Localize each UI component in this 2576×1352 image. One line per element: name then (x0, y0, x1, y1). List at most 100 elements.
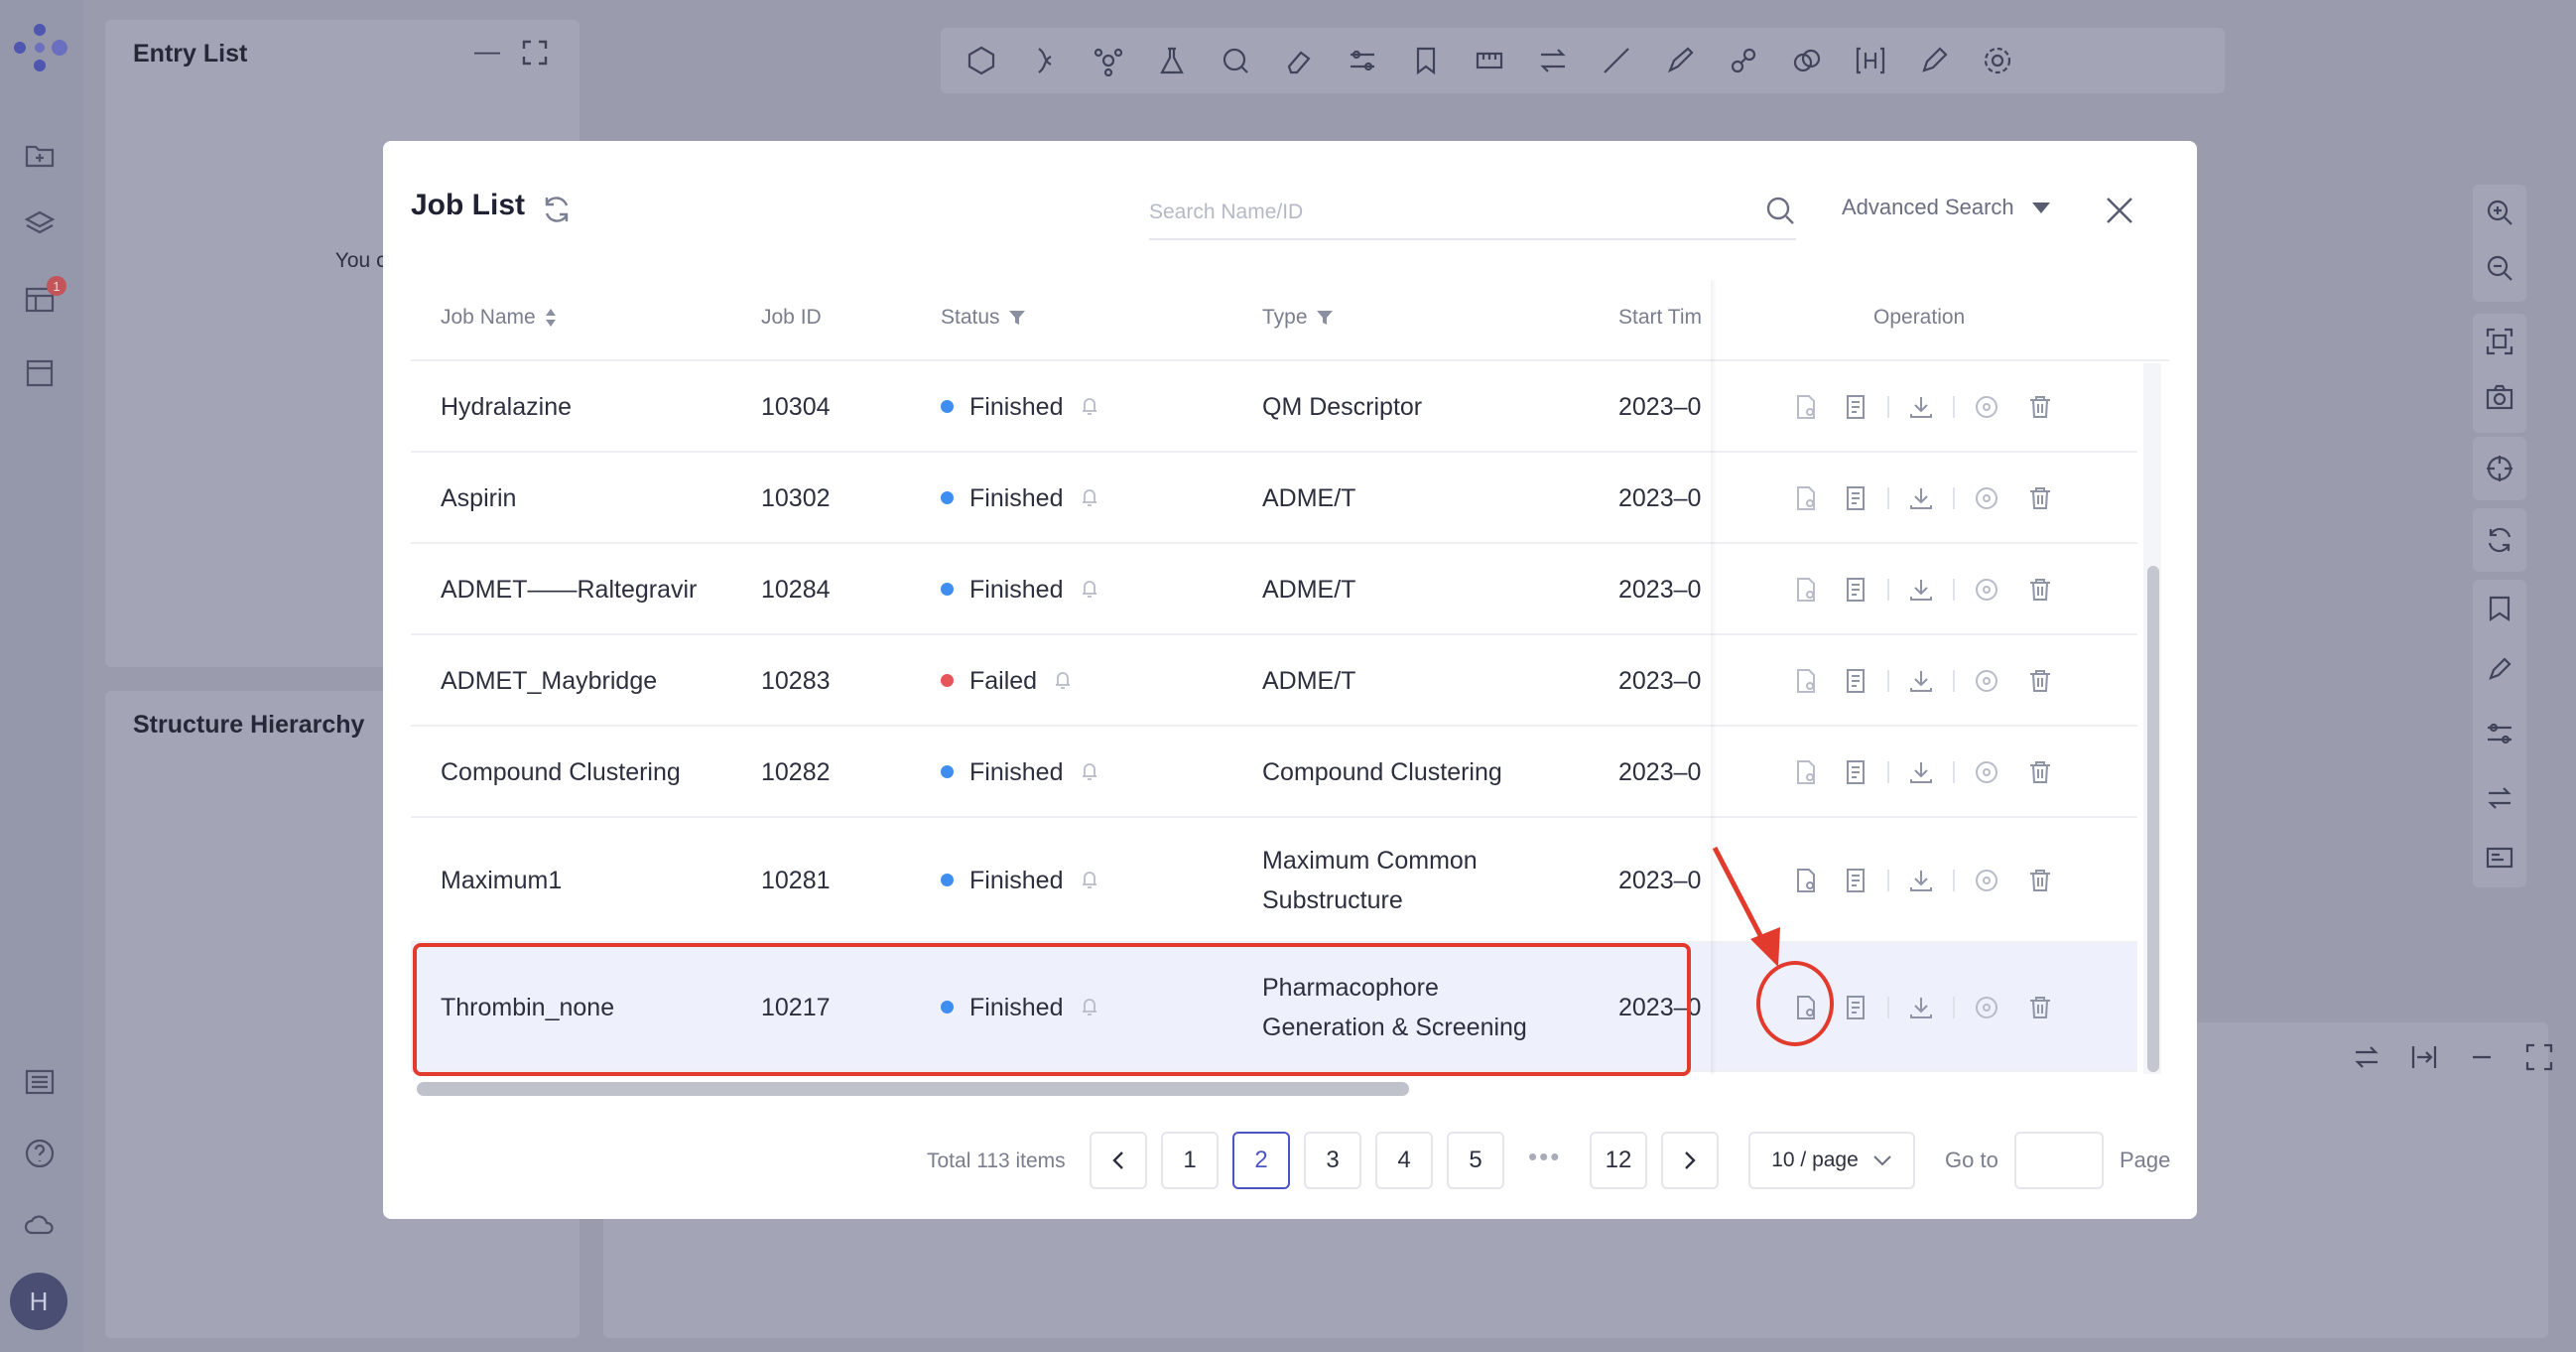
notification-bell-icon[interactable] (1080, 579, 1099, 599)
stop-icon[interactable] (1973, 484, 2000, 512)
page-button[interactable]: 4 (1375, 1132, 1433, 1189)
page-button[interactable]: 3 (1304, 1132, 1361, 1189)
cloud-icon[interactable] (20, 1205, 60, 1245)
report-icon[interactable] (1842, 867, 1869, 894)
notification-bell-icon[interactable] (1053, 670, 1073, 690)
notification-bell-icon[interactable] (1080, 870, 1099, 889)
next-page-button[interactable] (1661, 1132, 1719, 1189)
delete-icon[interactable] (2026, 758, 2054, 786)
camera-icon[interactable] (2473, 369, 2526, 425)
page-button[interactable]: 2 (1232, 1132, 1290, 1189)
col-header-type[interactable]: Type (1262, 306, 1334, 330)
delete-icon[interactable] (2026, 576, 2054, 604)
close-icon[interactable] (2102, 193, 2137, 228)
table-row[interactable]: ADMET_Maybridge 10283 Failed ADME/T 2023… (411, 635, 2137, 727)
delete-icon[interactable] (2026, 994, 2054, 1021)
hexagon-icon[interactable] (965, 44, 998, 77)
page-size-select[interactable]: 10 / page (1748, 1132, 1915, 1189)
measure-icon[interactable] (1473, 44, 1506, 77)
notification-bell-icon[interactable] (1080, 396, 1099, 416)
new-folder-icon[interactable] (20, 135, 60, 175)
download-icon[interactable] (1907, 484, 1935, 512)
pen-icon[interactable] (1663, 44, 1697, 77)
view-result-icon[interactable] (1792, 393, 1820, 421)
pagination-ellipsis[interactable]: ••• (1528, 1142, 1561, 1172)
sliders-icon[interactable] (2473, 699, 2526, 768)
download-icon[interactable] (1907, 867, 1935, 894)
bond-icon[interactable] (1028, 44, 1062, 77)
flag-icon[interactable] (2473, 580, 2526, 639)
id-card-icon[interactable] (2473, 828, 2526, 887)
search-input[interactable] (1149, 191, 1725, 234)
filter-icon[interactable] (1316, 309, 1334, 327)
help-icon[interactable] (20, 1134, 60, 1173)
notification-bell-icon[interactable] (1080, 487, 1099, 507)
delete-icon[interactable] (2026, 867, 2054, 894)
link-icon[interactable] (1727, 44, 1760, 77)
col-header-job-name[interactable]: Job Name (441, 306, 558, 330)
edit-icon[interactable] (1917, 44, 1951, 77)
eraser-icon[interactable] (1282, 44, 1316, 77)
table-row[interactable]: Aspirin 10302 Finished ADME/T 2023–0 (411, 453, 2137, 544)
view-result-icon[interactable] (1792, 667, 1820, 695)
table-row[interactable]: Maximum1 10281 Finished Maximum Common S… (411, 818, 2137, 943)
layers-icon[interactable] (20, 204, 60, 244)
delete-icon[interactable] (2026, 667, 2054, 695)
download-icon[interactable] (1907, 576, 1935, 604)
avatar[interactable]: H (10, 1273, 67, 1330)
zoom-in-icon[interactable] (2473, 185, 2526, 240)
report-icon[interactable] (1842, 994, 1869, 1021)
transfer-icon[interactable] (1536, 44, 1570, 77)
minimize-icon[interactable]: — (474, 36, 500, 67)
col-header-status[interactable]: Status (941, 306, 1026, 330)
molecule-icon[interactable] (1092, 44, 1125, 77)
report-icon[interactable] (1842, 758, 1869, 786)
refresh-icon[interactable] (540, 193, 574, 226)
page-button[interactable]: 5 (1447, 1132, 1504, 1189)
list-icon[interactable] (20, 1062, 60, 1102)
notification-bell-icon[interactable] (1080, 761, 1099, 781)
view-result-icon[interactable] (1792, 484, 1820, 512)
page-button[interactable]: 1 (1161, 1132, 1219, 1189)
prev-page-button[interactable] (1090, 1132, 1147, 1189)
flask-icon[interactable] (1155, 44, 1189, 77)
table-row[interactable]: Hydralazine 10304 Finished QM Descriptor… (411, 361, 2137, 453)
sort-icon[interactable] (544, 307, 558, 329)
swap-icon[interactable] (2352, 1042, 2382, 1072)
advanced-search-dropdown[interactable]: Advanced Search (1842, 195, 2050, 220)
rotate-icon[interactable] (2473, 508, 2526, 572)
overlap-icon[interactable] (1790, 44, 1824, 77)
zoom-out-icon[interactable] (2473, 240, 2526, 296)
page-button-last[interactable]: 12 (1590, 1132, 1647, 1189)
table-row[interactable]: ADMET——Raltegravir 10284 Finished ADME/T… (411, 544, 2137, 635)
crosshair-icon[interactable] (2473, 437, 2526, 500)
fit-screen-icon[interactable] (2473, 314, 2526, 369)
download-icon[interactable] (1907, 994, 1935, 1021)
stop-icon[interactable] (1973, 576, 2000, 604)
stop-icon[interactable] (1973, 994, 2000, 1021)
download-icon[interactable] (1907, 667, 1935, 695)
gear-icon[interactable] (1981, 44, 2014, 77)
search-icon[interactable] (1762, 193, 1798, 228)
report-icon[interactable] (1842, 667, 1869, 695)
line-icon[interactable] (1600, 44, 1633, 77)
settings-sliders-icon[interactable] (1346, 44, 1379, 77)
pencil-icon[interactable] (2473, 639, 2526, 699)
view-result-icon[interactable] (1792, 867, 1820, 894)
hydrogen-icon[interactable] (1854, 44, 1887, 77)
delete-icon[interactable] (2026, 484, 2054, 512)
vertical-scrollbar[interactable] (2147, 566, 2159, 1072)
maximize-icon[interactable] (522, 40, 548, 66)
report-icon[interactable] (1842, 576, 1869, 604)
maximize-icon[interactable] (2524, 1042, 2554, 1072)
minimize-icon[interactable] (2467, 1042, 2497, 1072)
stop-icon[interactable] (1973, 867, 2000, 894)
delete-icon[interactable] (2026, 393, 2054, 421)
report-icon[interactable] (1842, 484, 1869, 512)
align-icon[interactable] (2409, 1042, 2439, 1072)
goto-page-input[interactable] (2014, 1132, 2104, 1189)
stop-icon[interactable] (1973, 758, 2000, 786)
bookmark-icon[interactable] (1409, 44, 1443, 77)
target-search-icon[interactable] (1219, 44, 1252, 77)
table-row[interactable]: Compound Clustering 10282 Finished Compo… (411, 727, 2137, 818)
